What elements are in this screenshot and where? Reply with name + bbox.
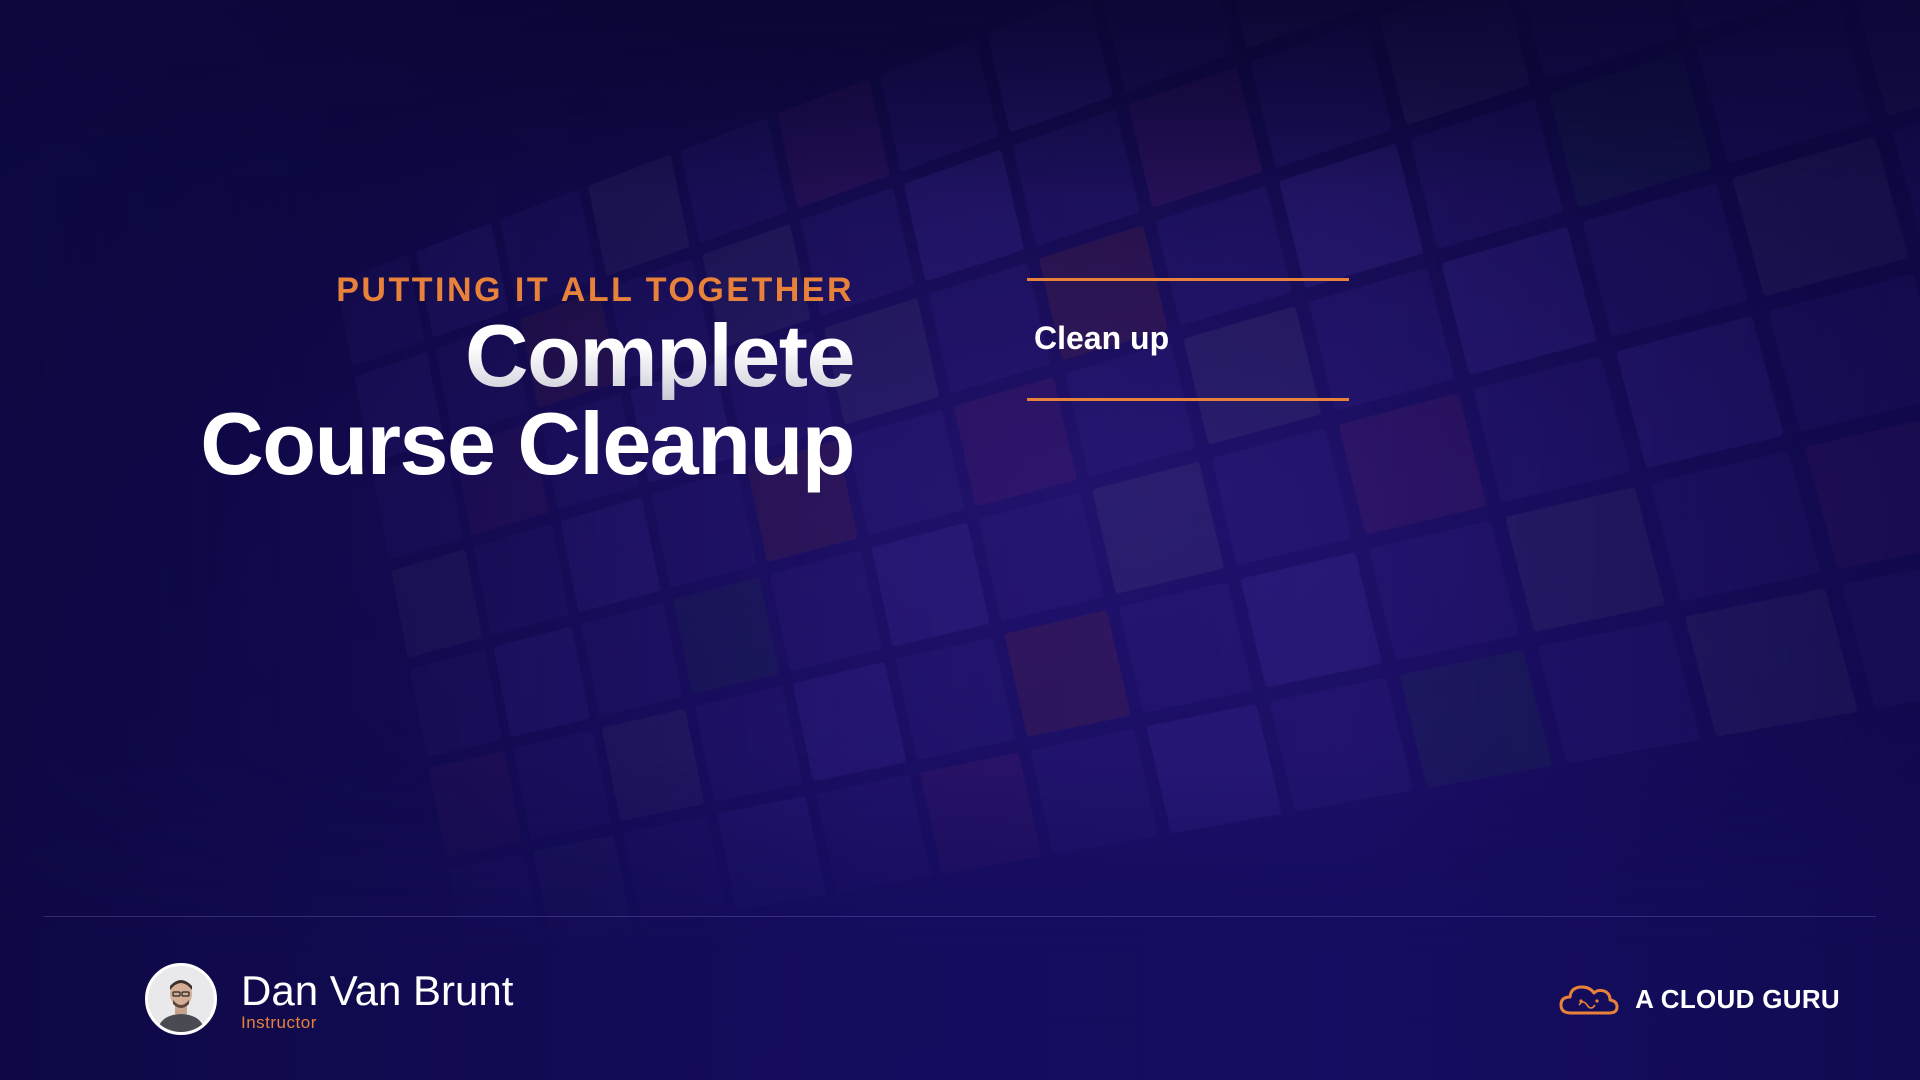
avatar [145,963,217,1035]
instructor-name: Dan Van Brunt [241,967,514,1014]
cloud-logo-icon [1557,979,1621,1019]
agenda-list: Clean up [1027,278,1349,402]
avatar-icon [148,966,214,1032]
page-title-line-1: Complete [200,312,855,400]
agenda-item: Clean up [1034,320,1170,356]
title-block: PUTTING IT ALL TOGETHER Complete Course … [200,268,855,493]
background-vignette [0,0,1920,1080]
brand-name: A CLOUD GURU [1635,983,1840,1014]
brand-logo: A CLOUD GURU [1557,979,1840,1019]
footer-divider [44,916,1876,917]
page-title-line-2: Course Cleanup [200,394,855,493]
agenda-bottom-divider [1027,398,1349,401]
page-title: Complete Course Cleanup [200,312,855,493]
instructor-role: Instructor [241,1013,317,1032]
agenda-top-divider [1027,278,1349,281]
